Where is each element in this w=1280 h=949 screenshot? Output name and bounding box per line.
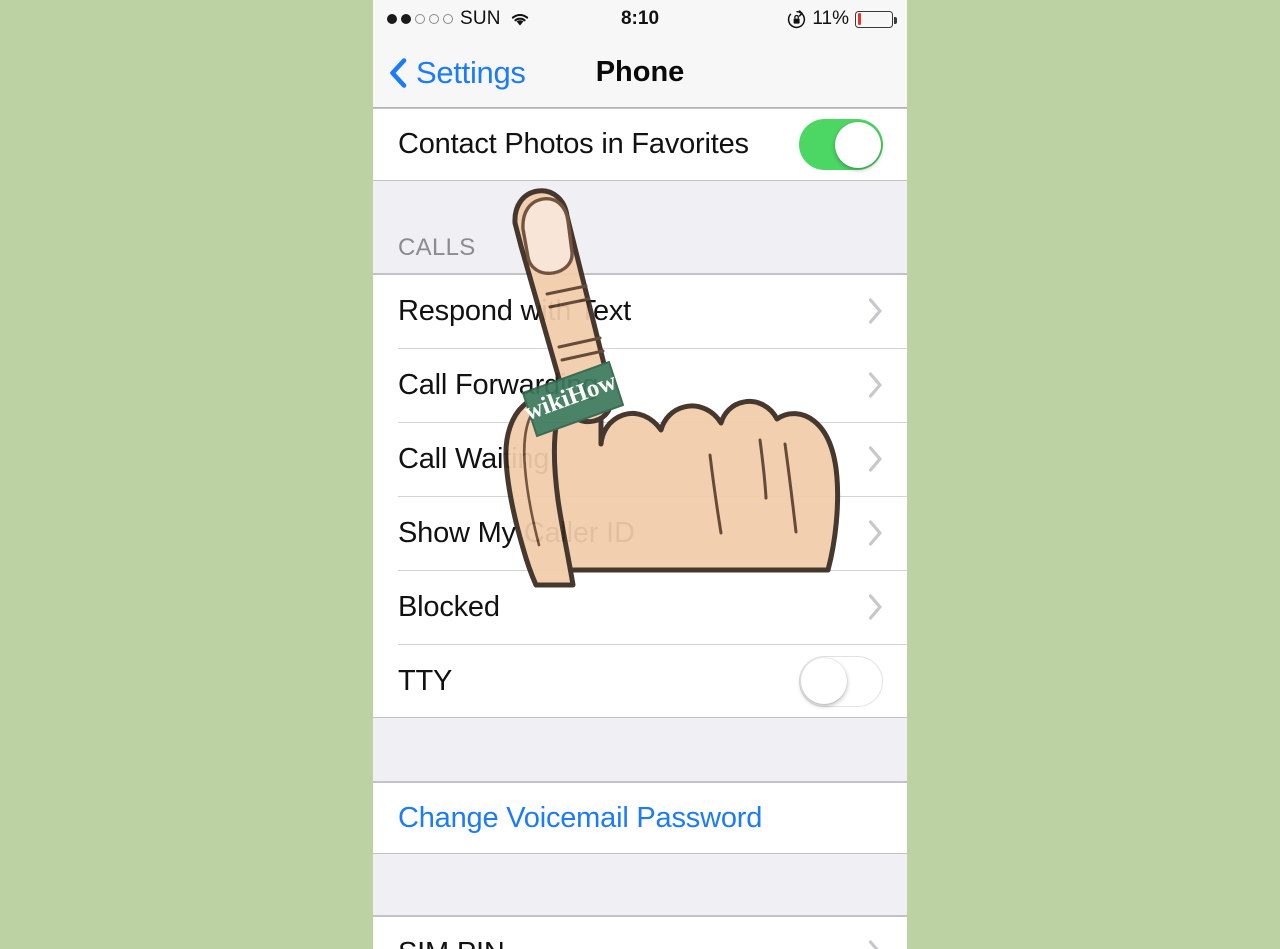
chevron-right-icon [868,372,883,398]
chevron-right-icon [868,940,883,949]
signal-dot-5 [443,14,453,24]
chevron-left-icon [389,57,407,88]
row-sim-pin[interactable]: SIM PIN [373,916,907,949]
toggle-knob [834,121,881,168]
toggle-knob [800,658,847,704]
status-bar-right: 11% [787,8,897,30]
battery-percent-label: 11% [812,8,849,29]
row-label: Call Waiting [398,442,550,475]
row-label: Call Forwarding [398,368,599,401]
navigation-bar: Settings Phone [373,38,907,108]
row-call-waiting[interactable]: Call Waiting [373,422,907,496]
status-bar: SUN 8:10 11% [373,0,907,38]
row-tty[interactable]: TTY [373,644,907,718]
settings-group-sim: SIM PIN [373,916,907,949]
row-respond-with-text[interactable]: Respond with Text [373,274,907,348]
row-change-voicemail-password[interactable]: Change Voicemail Password [373,782,907,854]
row-contact-photos-in-favorites[interactable]: Contact Photos in Favorites [373,108,907,181]
settings-group-voicemail: Change Voicemail Password [373,782,907,854]
toggle-tty[interactable] [799,655,883,707]
row-label: Change Voicemail Password [398,801,763,834]
phone-screen: SUN 8:10 11% Settings Phone Contact Phot… [373,0,907,949]
signal-dot-4 [429,14,439,24]
settings-group-calls: Respond with Text Call Forwarding Call W… [373,274,907,718]
section-title: CALLS [398,234,476,261]
chevron-right-icon [868,298,883,324]
screenshot-root: SUN 8:10 11% Settings Phone Contact Phot… [0,0,1280,949]
section-gap-sim [373,854,907,916]
row-label: Respond with Text [398,294,632,327]
section-header-calls: CALLS [373,181,907,274]
back-to-settings-button[interactable]: Settings [373,55,526,91]
section-gap-voicemail [373,718,907,782]
battery-icon [855,10,897,28]
chevron-right-icon [868,520,883,546]
status-bar-left: SUN [387,8,530,30]
signal-dot-1 [387,14,397,24]
back-label: Settings [416,54,526,90]
row-label: Blocked [398,590,500,623]
wifi-icon [510,11,530,27]
row-label: SIM PIN [398,937,505,949]
carrier-label: SUN [460,8,501,29]
settings-table: Contact Photos in Favorites CALLS Respon… [373,108,907,949]
row-call-forwarding[interactable]: Call Forwarding [373,348,907,422]
signal-strength-dots [387,14,453,24]
rotation-lock-icon [787,9,806,29]
row-label: Contact Photos in Favorites [398,128,749,160]
chevron-right-icon [868,446,883,472]
row-label: Show My Caller ID [398,516,635,549]
row-label: TTY [398,664,453,697]
chevron-right-icon [868,594,883,620]
row-blocked[interactable]: Blocked [373,570,907,644]
signal-dot-3 [415,14,425,24]
settings-group-favorites: Contact Photos in Favorites [373,108,907,181]
row-show-my-caller-id[interactable]: Show My Caller ID [373,496,907,570]
signal-dot-2 [401,14,411,24]
toggle-contact-photos-in-favorites[interactable] [799,119,883,170]
